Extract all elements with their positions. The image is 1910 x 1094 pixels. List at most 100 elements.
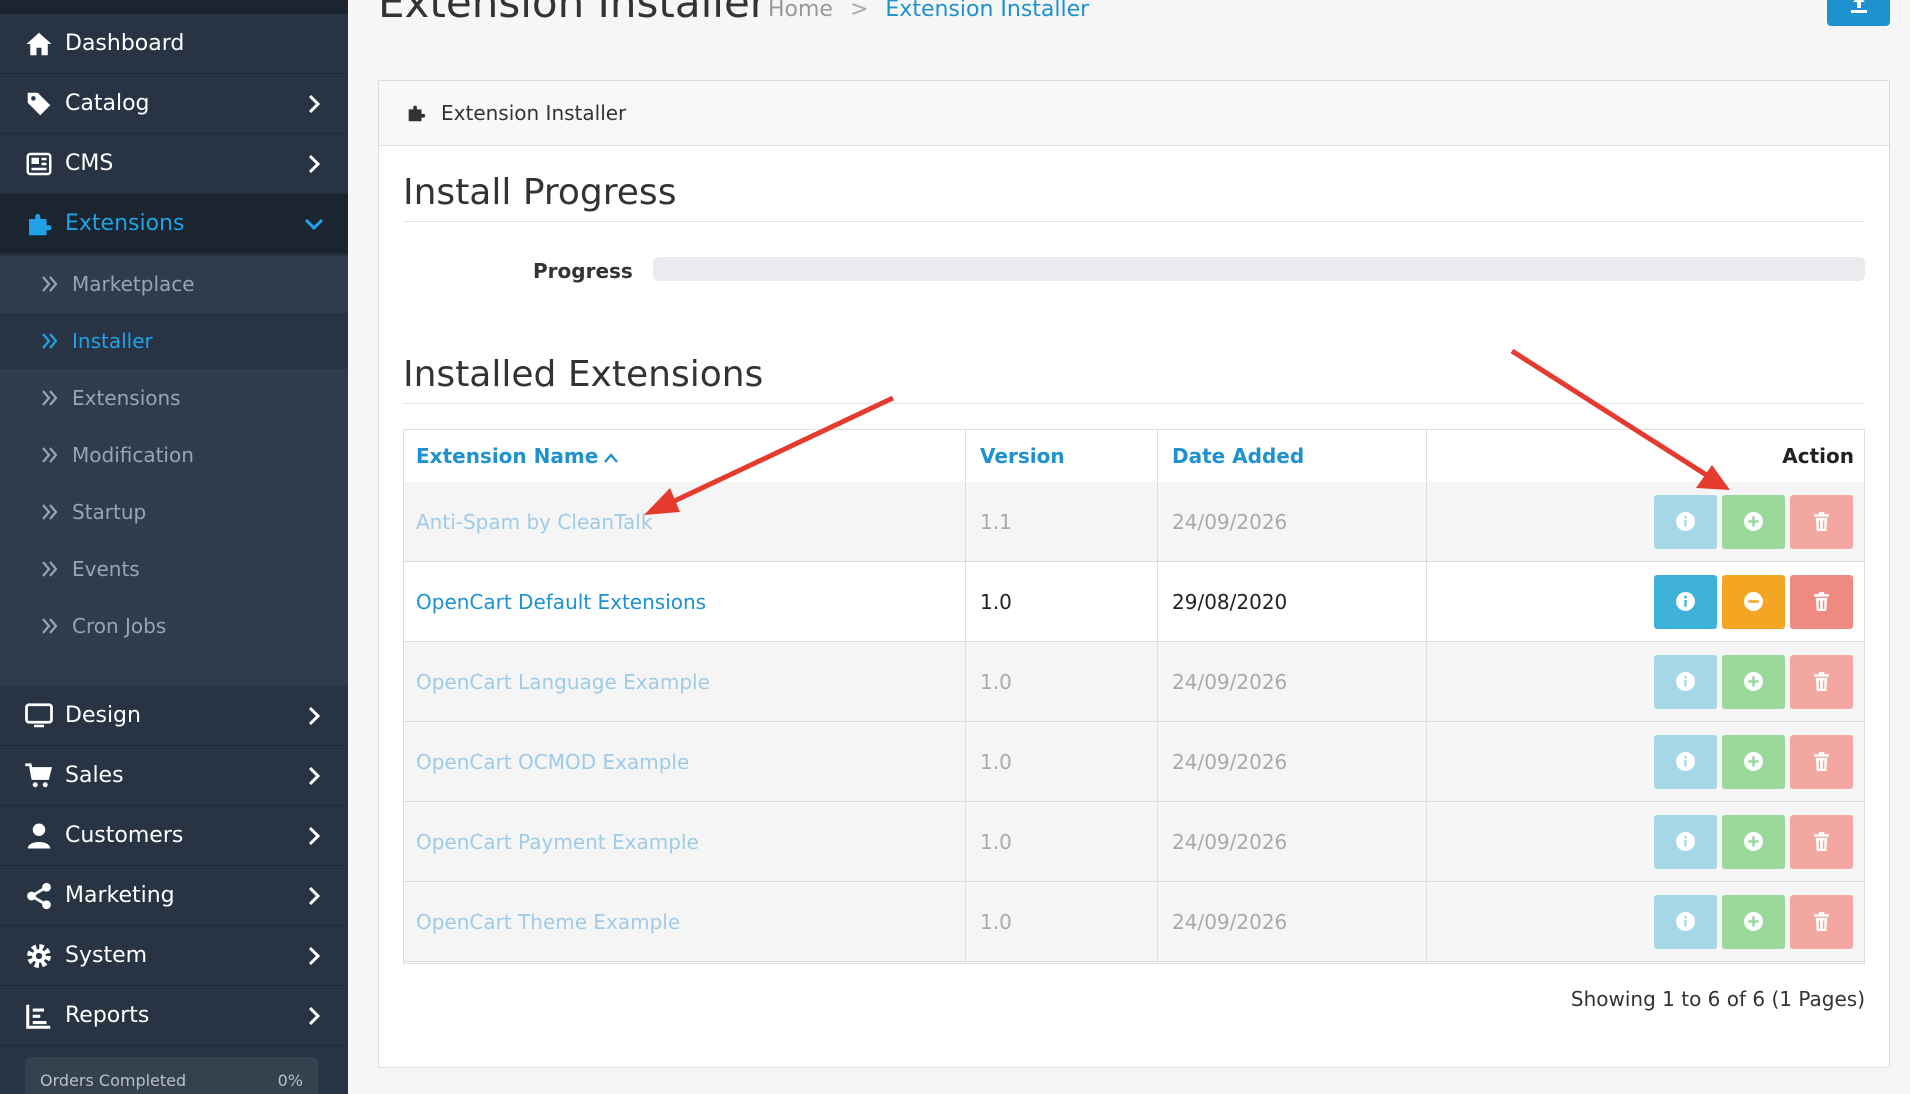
user-icon	[27, 823, 51, 849]
submenu-item-label: Marketplace	[72, 272, 195, 296]
extension-date-added: 24/09/2026	[1172, 510, 1288, 534]
submenu-item-label: Events	[72, 557, 140, 581]
chevron-right-icon	[308, 946, 321, 966]
sidebar-item-catalog[interactable]: Catalog	[0, 74, 348, 134]
extension-installer-card: Extension Installer Install Progress Pro…	[378, 80, 1890, 1068]
delete-button[interactable]	[1790, 815, 1853, 869]
submenu-item-cron-jobs[interactable]: Cron Jobs	[0, 598, 348, 654]
sidebar-item-customers[interactable]: Customers	[0, 806, 348, 866]
extension-date-added: 29/08/2020	[1172, 590, 1288, 614]
info-button[interactable]	[1654, 895, 1717, 949]
cart-icon	[25, 763, 53, 788]
install-button[interactable]	[1722, 895, 1785, 949]
sidebar-item-label: Dashboard	[65, 31, 185, 56]
info-button[interactable]	[1654, 735, 1717, 789]
extensions-submenu: Marketplace Installer Extensions Modific…	[0, 256, 348, 686]
submenu-item-modification[interactable]: Modification	[0, 427, 348, 483]
chevron-right-icon	[308, 766, 321, 786]
share-icon	[27, 882, 51, 910]
trash-icon	[1814, 912, 1829, 931]
extension-version: 1.0	[980, 590, 1012, 614]
table-row: Anti-Spam by CleanTalk 1.1 24/09/2026	[404, 482, 1864, 562]
progress-label: Progress	[533, 259, 633, 283]
sidebar-item-label: Reports	[65, 1003, 150, 1028]
newspaper-icon	[26, 152, 52, 176]
double-chevron-right-icon	[42, 276, 58, 292]
upload-button[interactable]	[1827, 0, 1890, 26]
card-title: Extension Installer	[441, 101, 627, 125]
delete-button[interactable]	[1790, 655, 1853, 709]
info-button[interactable]	[1654, 655, 1717, 709]
breadcrumb-home[interactable]: Home	[768, 0, 833, 22]
sidebar-item-reports[interactable]: Reports	[0, 986, 348, 1046]
plus-circle-icon	[1744, 672, 1763, 691]
submenu-item-label: Installer	[72, 329, 153, 353]
column-header-version[interactable]: Version	[980, 430, 1065, 482]
extension-name-link[interactable]: OpenCart Payment Example	[416, 802, 699, 882]
column-header-date-added[interactable]: Date Added	[1172, 430, 1304, 482]
sidebar-item-extensions[interactable]: Extensions	[0, 194, 348, 254]
installed-extensions-heading: Installed Extensions	[403, 354, 764, 395]
submenu-item-label: Startup	[72, 500, 147, 524]
sidebar-item-design[interactable]: Design	[0, 686, 348, 746]
orders-completed-widget: Orders Completed 0%	[25, 1057, 318, 1094]
breadcrumb-current[interactable]: Extension Installer	[885, 0, 1089, 22]
column-divider	[1157, 430, 1158, 963]
extension-name-link[interactable]: OpenCart Language Example	[416, 642, 710, 722]
extension-name-link[interactable]: OpenCart OCMOD Example	[416, 722, 689, 802]
column-header-extension-name[interactable]: Extension Name	[416, 430, 619, 482]
breadcrumb-separator: >	[849, 0, 869, 22]
install-button[interactable]	[1722, 495, 1785, 549]
submenu-item-label: Modification	[72, 443, 194, 467]
sidebar-item-dashboard[interactable]: Dashboard	[0, 14, 348, 74]
install-button[interactable]	[1722, 655, 1785, 709]
info-button[interactable]	[1654, 815, 1717, 869]
chevron-right-icon	[308, 154, 321, 174]
puzzle-icon	[29, 214, 52, 236]
submenu-item-extensions[interactable]: Extensions	[0, 370, 348, 426]
extension-name-link[interactable]: Anti-Spam by CleanTalk	[416, 482, 652, 562]
delete-button[interactable]	[1790, 575, 1853, 629]
orders-completed-label: Orders Completed	[40, 1071, 187, 1090]
submenu-item-events[interactable]: Events	[0, 541, 348, 597]
extension-name-link[interactable]: OpenCart Default Extensions	[416, 562, 706, 642]
install-button[interactable]	[1722, 815, 1785, 869]
sidebar-item-label: Extensions	[65, 211, 185, 236]
install-button[interactable]	[1722, 735, 1785, 789]
column-divider	[965, 430, 966, 963]
submenu-item-startup[interactable]: Startup	[0, 484, 348, 540]
chevron-right-icon	[308, 94, 321, 114]
info-circle-icon	[1676, 672, 1695, 691]
submenu-item-marketplace[interactable]: Marketplace	[0, 256, 348, 312]
sidebar-item-label: Sales	[65, 763, 124, 788]
plus-circle-icon	[1744, 752, 1763, 771]
trash-icon	[1814, 752, 1829, 771]
extension-date-added: 24/09/2026	[1172, 910, 1288, 934]
double-chevron-right-icon	[42, 447, 58, 463]
column-header-action: Action	[1782, 444, 1854, 468]
upload-icon	[1851, 0, 1867, 13]
table-row: OpenCart Language Example 1.0 24/09/2026	[404, 642, 1864, 722]
extension-date-added: 24/09/2026	[1172, 830, 1288, 854]
sidebar-item-cms[interactable]: CMS	[0, 134, 348, 194]
info-button[interactable]	[1654, 575, 1717, 629]
info-button[interactable]	[1654, 495, 1717, 549]
sidebar-item-marketing[interactable]: Marketing	[0, 866, 348, 926]
delete-button[interactable]	[1790, 495, 1853, 549]
extension-name-link[interactable]: OpenCart Theme Example	[416, 882, 680, 962]
delete-button[interactable]	[1790, 895, 1853, 949]
extension-date-added: 24/09/2026	[1172, 670, 1288, 694]
sidebar-item-system[interactable]: System	[0, 926, 348, 986]
uninstall-button[interactable]	[1722, 575, 1785, 629]
delete-button[interactable]	[1790, 735, 1853, 789]
chevron-right-icon	[308, 1006, 321, 1026]
sidebar-item-sales[interactable]: Sales	[0, 746, 348, 806]
submenu-item-label: Extensions	[72, 386, 181, 410]
submenu-item-label: Cron Jobs	[72, 614, 167, 638]
info-circle-icon	[1676, 592, 1695, 611]
extension-date-added: 24/09/2026	[1172, 750, 1288, 774]
submenu-item-installer[interactable]: Installer	[0, 313, 348, 369]
chevron-right-icon	[308, 826, 321, 846]
install-progress-bar	[653, 257, 1865, 281]
sidebar-item-label: Customers	[65, 823, 184, 848]
